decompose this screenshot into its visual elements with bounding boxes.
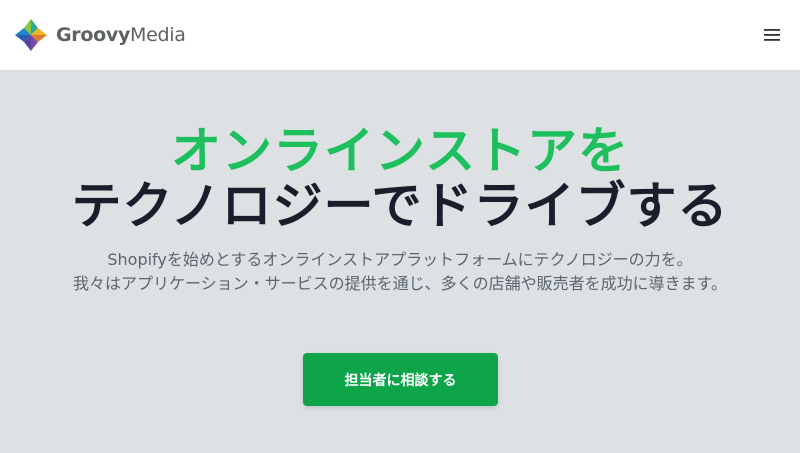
hero-headline-line2: テクノロジーでドライブする bbox=[71, 177, 729, 235]
brand-name-part2: Media bbox=[130, 24, 186, 46]
hero-headline-line1: オンラインストアを bbox=[171, 122, 629, 180]
brand-name-part1: Groovy bbox=[56, 24, 131, 46]
hero-subcopy: Shopifyを始めとするオンラインストアプラットフォームにテクノロジーの力を。… bbox=[60, 248, 740, 296]
brand-logo[interactable]: GroovyMedia bbox=[14, 18, 186, 52]
brand-name: GroovyMedia bbox=[56, 24, 186, 46]
hamburger-menu-icon bbox=[764, 29, 780, 41]
contact-representative-button[interactable]: 担当者に相談する bbox=[303, 353, 498, 406]
groovymedia-logo-icon bbox=[15, 19, 47, 51]
hero-section: オンラインストアを テクノロジーでドライブする Shopifyを始めとするオンラ… bbox=[0, 70, 800, 453]
hero-subcopy-line1: Shopifyを始めとするオンラインストアプラットフォームにテクノロジーの力を。 bbox=[107, 250, 693, 269]
menu-button[interactable] bbox=[760, 23, 784, 47]
site-header: GroovyMedia bbox=[0, 0, 800, 70]
hero-subcopy-line2: 我々はアプリケーション・サービスの提供を通じ、多くの店舗や販売者を成功に導きます… bbox=[72, 274, 728, 293]
